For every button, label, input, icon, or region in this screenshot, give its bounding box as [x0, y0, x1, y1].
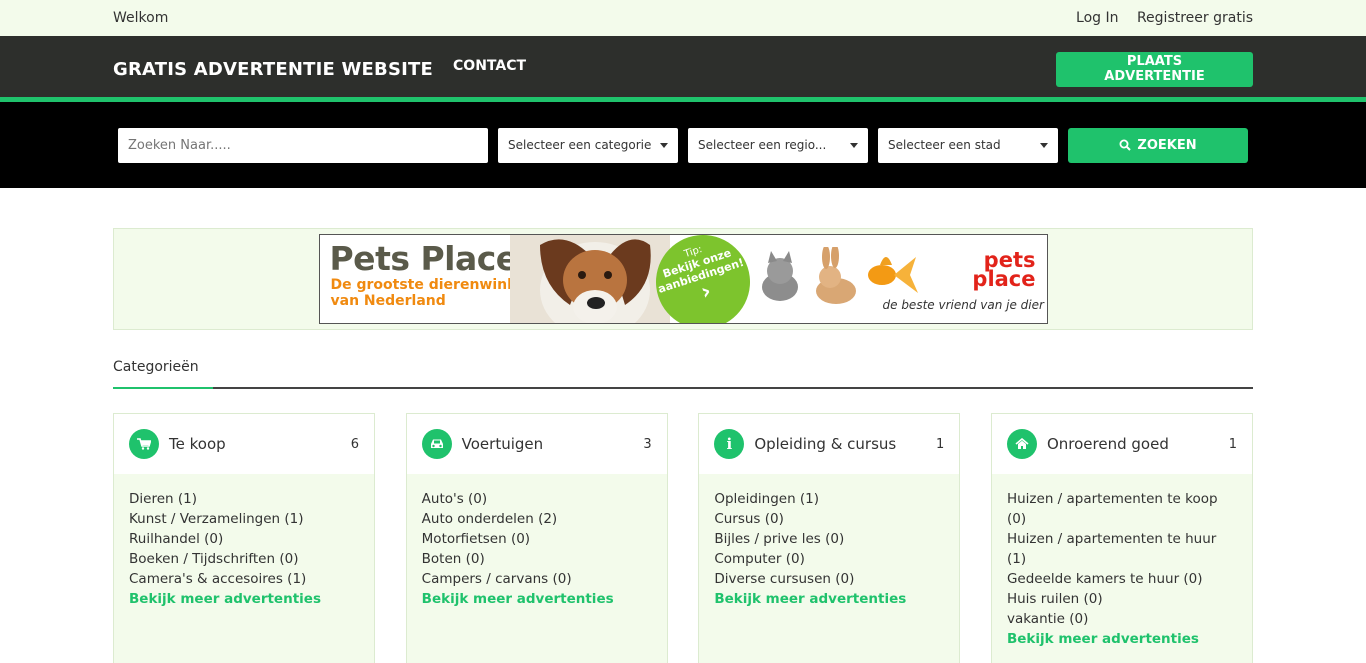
list-item[interactable]: Camera's & accesoires (1): [129, 569, 359, 589]
list-item[interactable]: Ruilhandel (0): [129, 529, 359, 549]
card-count: 1: [936, 436, 945, 452]
card-body: Dieren (1) Kunst / Verzamelingen (1) Rui…: [114, 474, 374, 625]
main-navbar: GRATIS ADVERTENTIE WEBSITE CONTACT PLAAT…: [0, 36, 1366, 102]
list-item[interactable]: Campers / carvans (0): [422, 569, 652, 589]
goldfish-image: [867, 257, 918, 293]
category-card-opleiding: i Opleiding & cursus 1 Opleidingen (1) C…: [698, 413, 961, 663]
list-item[interactable]: Boeken / Tijdschriften (0): [129, 549, 359, 569]
banner-subtitle-1: De grootste dierenwinkel: [330, 277, 531, 293]
chevron-down-icon: [660, 142, 668, 148]
list-item[interactable]: Huizen / apartementen te huur (1): [1007, 529, 1237, 569]
category-card-onroerend-goed: Onroerend goed 1 Huizen / apartementen t…: [990, 413, 1253, 663]
card-header[interactable]: Onroerend goed 1: [991, 414, 1252, 474]
register-link[interactable]: Registreer gratis: [1137, 10, 1253, 26]
pets-place-logo: pets place: [956, 250, 1036, 291]
card-title[interactable]: Te koop: [169, 435, 351, 453]
categories-heading: Categorieën: [113, 356, 1253, 389]
list-item[interactable]: Dieren (1): [129, 489, 359, 509]
search-input[interactable]: [118, 127, 488, 163]
view-more-link[interactable]: Bekijk meer advertenties: [1007, 629, 1237, 649]
card-count: 1: [1228, 436, 1237, 452]
category-select-value: Selecteer een categorie: [508, 138, 652, 152]
card-header[interactable]: i Opleiding & cursus 1: [699, 414, 960, 474]
contact-link[interactable]: CONTACT: [453, 58, 526, 74]
banner-title: Pets Place: [329, 239, 519, 278]
banner-subtitle-2: van Nederland: [330, 293, 446, 309]
card-count: 6: [350, 436, 359, 452]
logo-line-2: place: [972, 267, 1036, 291]
list-item[interactable]: Diverse cursusen (0): [714, 569, 944, 589]
card-body: Opleidingen (1) Cursus (0) Bijles / priv…: [699, 474, 959, 625]
card-count: 3: [643, 436, 652, 452]
card-header[interactable]: Te koop 6: [114, 414, 374, 474]
main-content: Pets Place De grootste dierenwinkel van …: [113, 228, 1253, 663]
list-item[interactable]: Kunst / Verzamelingen (1): [129, 509, 359, 529]
banner-slogan: de beste vriend van je dier: [882, 298, 1044, 312]
view-more-link[interactable]: Bekijk meer advertenties: [129, 589, 359, 609]
card-title[interactable]: Onroerend goed: [1047, 435, 1229, 453]
list-item[interactable]: Bijles / prive les (0): [714, 529, 944, 549]
list-item[interactable]: Gedeelde kamers te huur (0): [1007, 569, 1237, 589]
list-item[interactable]: Cursus (0): [714, 509, 944, 529]
search-bar: Selecteer een categorie Selecteer een re…: [0, 102, 1366, 188]
nav-left: GRATIS ADVERTENTIE WEBSITE CONTACT: [113, 58, 526, 80]
card-body: Huizen / apartementen te koop (0) Huizen…: [992, 474, 1252, 663]
city-select-value: Selecteer een stad: [888, 138, 1001, 152]
list-item[interactable]: Huizen / apartementen te koop (0): [1007, 489, 1237, 529]
account-links: Log In Registreer gratis: [1062, 10, 1253, 26]
search-icon: [1119, 139, 1132, 151]
banner-area: Pets Place De grootste dierenwinkel van …: [113, 228, 1253, 330]
list-item[interactable]: Motorfietsen (0): [422, 529, 652, 549]
card-title[interactable]: Opleiding & cursus: [754, 435, 936, 453]
search-button[interactable]: ZOEKEN: [1068, 127, 1248, 163]
card-title[interactable]: Voertuigen: [462, 435, 644, 453]
pets-place-banner[interactable]: Pets Place De grootste dierenwinkel van …: [318, 234, 1048, 324]
view-more-link[interactable]: Bekijk meer advertenties: [422, 589, 652, 609]
site-logo[interactable]: GRATIS ADVERTENTIE WEBSITE: [113, 59, 433, 80]
categories-title: Categorieën: [113, 359, 199, 375]
list-item[interactable]: vakantie (0): [1007, 609, 1237, 629]
category-select[interactable]: Selecteer een categorie: [498, 127, 678, 163]
chevron-down-icon: [850, 142, 858, 148]
welcome-text: Welkom: [113, 10, 169, 26]
home-icon: [1006, 429, 1037, 459]
list-item[interactable]: Opleidingen (1): [714, 489, 944, 509]
place-ad-button[interactable]: PLAATS ADVERTENTIE: [1056, 51, 1253, 87]
list-item[interactable]: Computer (0): [714, 549, 944, 569]
cat-image: [761, 251, 798, 301]
heading-accent-line: [113, 387, 213, 389]
list-item[interactable]: Boten (0): [422, 549, 652, 569]
region-select[interactable]: Selecteer een regio...: [688, 127, 868, 163]
category-cards: Te koop 6 Dieren (1) Kunst / Verzameling…: [113, 413, 1253, 663]
list-item[interactable]: Auto's (0): [422, 489, 652, 509]
dog-image: [509, 235, 670, 323]
card-header[interactable]: Voertuigen 3: [406, 414, 667, 474]
region-select-value: Selecteer een regio...: [698, 138, 827, 152]
login-link[interactable]: Log In: [1076, 10, 1118, 26]
city-select[interactable]: Selecteer een stad: [878, 127, 1058, 163]
card-body: Auto's (0) Auto onderdelen (2) Motorfiet…: [407, 474, 667, 625]
view-more-link[interactable]: Bekijk meer advertenties: [714, 589, 944, 609]
car-icon: [421, 429, 452, 459]
list-item[interactable]: Huis ruilen (0): [1007, 589, 1237, 609]
top-bar: Welkom Log In Registreer gratis: [0, 0, 1366, 36]
cart-icon: [129, 429, 159, 459]
category-card-voertuigen: Voertuigen 3 Auto's (0) Auto onderdelen …: [405, 413, 668, 663]
search-button-label: ZOEKEN: [1137, 137, 1197, 153]
category-card-te-koop: Te koop 6 Dieren (1) Kunst / Verzameling…: [113, 413, 375, 663]
rabbit-image: [815, 247, 856, 304]
chevron-down-icon: [1040, 142, 1048, 148]
info-icon: i: [714, 429, 745, 459]
list-item[interactable]: Auto onderdelen (2): [422, 509, 652, 529]
